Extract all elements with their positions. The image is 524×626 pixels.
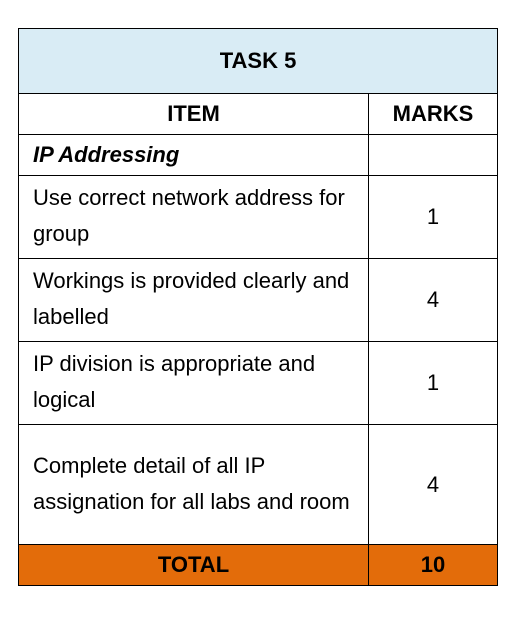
total-row: TOTAL 10 bbox=[18, 544, 499, 586]
table-row: Complete detail of all IP assignation fo… bbox=[18, 424, 499, 545]
row-item: IP division is appropriate and logical bbox=[18, 341, 369, 425]
header-item: ITEM bbox=[18, 93, 369, 135]
section-row: IP Addressing bbox=[18, 134, 499, 176]
section-empty-cell bbox=[367, 134, 499, 176]
section-label: IP Addressing bbox=[18, 134, 369, 176]
table-row: Use correct network address for group 1 bbox=[18, 175, 499, 259]
table-title: TASK 5 bbox=[17, 28, 499, 94]
row-marks: 1 bbox=[367, 341, 499, 425]
marks-table: TASK 5 ITEM MARKS IP Addressing Use corr… bbox=[17, 28, 499, 586]
header-marks: MARKS bbox=[367, 93, 499, 135]
total-value: 10 bbox=[367, 544, 499, 586]
row-marks: 1 bbox=[367, 175, 499, 259]
row-item: Complete detail of all IP assignation fo… bbox=[18, 424, 369, 545]
title-row: TASK 5 bbox=[17, 28, 499, 94]
table-row: IP division is appropriate and logical 1 bbox=[18, 341, 499, 425]
total-label: TOTAL bbox=[18, 544, 369, 586]
row-marks: 4 bbox=[367, 424, 499, 545]
header-row: ITEM MARKS bbox=[18, 93, 499, 135]
table-row: Workings is provided clearly and labelle… bbox=[18, 258, 499, 342]
row-marks: 4 bbox=[367, 258, 499, 342]
row-item: Use correct network address for group bbox=[18, 175, 369, 259]
row-item: Workings is provided clearly and labelle… bbox=[18, 258, 369, 342]
